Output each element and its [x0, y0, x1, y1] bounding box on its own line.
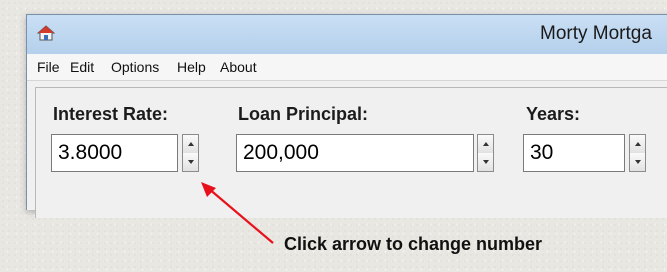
annotation-callout: Click arrow to change number [284, 234, 543, 254]
annotation-arrow-icon [201, 182, 274, 244]
